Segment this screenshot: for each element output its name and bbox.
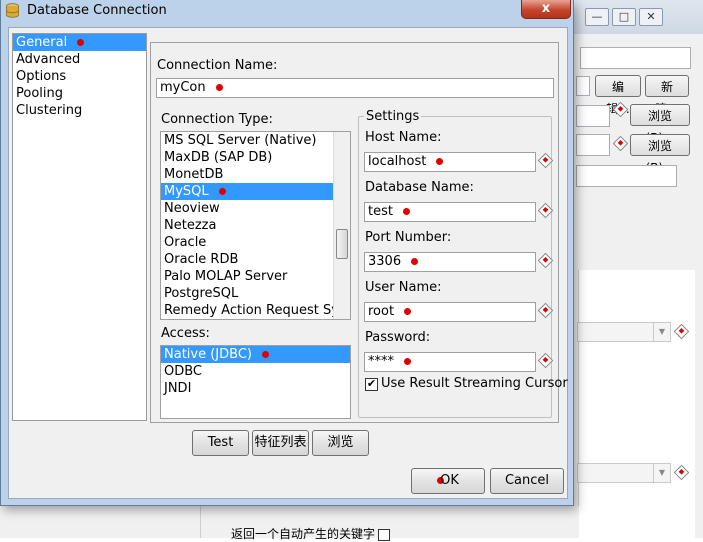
dialog-title: Database Connection bbox=[27, 3, 167, 18]
marker-dot bbox=[218, 188, 226, 195]
database-icon bbox=[6, 3, 19, 18]
list-item[interactable]: MaxDB (SAP DB) bbox=[161, 149, 350, 166]
list-item[interactable]: Oracle bbox=[161, 234, 350, 251]
background-text-field[interactable] bbox=[580, 47, 691, 69]
database-name-label: Database Name: bbox=[365, 180, 474, 195]
list-item-selected[interactable]: MySQL bbox=[161, 183, 350, 200]
edit-button[interactable]: 编辑... bbox=[595, 75, 641, 116]
required-field-icon bbox=[673, 464, 690, 481]
streaming-cursor-label: Use Result Streaming Cursor bbox=[381, 376, 568, 391]
password-label: Password: bbox=[365, 330, 431, 345]
port-number-input[interactable]: 3306 bbox=[364, 252, 536, 272]
list-item[interactable]: MonetDB bbox=[161, 166, 350, 183]
background-content-area: ▼ ▼ bbox=[577, 270, 695, 538]
background-text-field[interactable] bbox=[576, 134, 610, 156]
minimize-button[interactable]: — bbox=[585, 8, 609, 26]
close-button[interactable]: x bbox=[521, 0, 571, 19]
streaming-cursor-checkbox[interactable]: ✔ bbox=[365, 378, 378, 391]
required-field-icon bbox=[537, 302, 554, 319]
background-combo-arrow[interactable] bbox=[576, 76, 590, 96]
chevron-down-icon: ▼ bbox=[653, 464, 670, 482]
connection-type-scrollbar[interactable] bbox=[333, 132, 350, 319]
list-item[interactable]: Remedy Action Request Syste bbox=[161, 302, 350, 319]
access-type-list[interactable]: Native (JDBC) ODBC JNDI bbox=[160, 345, 351, 419]
explore-button[interactable]: 浏览 bbox=[312, 430, 369, 456]
maximize-button[interactable]: □ bbox=[612, 8, 636, 26]
connection-name-label: Connection Name: bbox=[157, 58, 278, 73]
feature-list-button[interactable]: 特征列表 bbox=[252, 430, 309, 456]
list-item[interactable]: Palo MOLAP Server bbox=[161, 268, 350, 285]
background-titlebar: — □ ✕ bbox=[560, 0, 703, 34]
browse-button[interactable]: 浏览(B)... bbox=[630, 104, 690, 145]
chevron-down-icon: ▼ bbox=[653, 323, 670, 341]
marker-dot bbox=[77, 39, 85, 46]
required-field-icon bbox=[537, 252, 554, 269]
required-field-icon bbox=[612, 135, 629, 152]
database-name-input[interactable]: test bbox=[364, 202, 536, 222]
port-number-label: Port Number: bbox=[365, 230, 452, 245]
browse-button[interactable]: 浏览(B)... bbox=[630, 134, 690, 175]
general-settings-panel: Connection Name: myCon Connection Type: … bbox=[150, 42, 568, 423]
user-name-input[interactable]: root bbox=[364, 302, 536, 322]
close-icon: x bbox=[541, 1, 551, 16]
auto-generated-key-option: 返回一个自动产生的关键字 bbox=[231, 525, 391, 542]
background-dropdown[interactable]: ▼ bbox=[577, 463, 671, 483]
scroll-thumb[interactable] bbox=[336, 229, 348, 259]
connection-name-input[interactable]: myCon bbox=[156, 78, 554, 98]
settings-group-title: Settings bbox=[364, 109, 422, 124]
background-close-button[interactable]: ✕ bbox=[639, 8, 663, 26]
list-item[interactable]: JNDI bbox=[161, 380, 350, 397]
marker-dot bbox=[436, 158, 444, 165]
host-name-label: Host Name: bbox=[365, 130, 442, 145]
settings-group: Settings Host Name: localhost Database N… bbox=[358, 109, 568, 418]
nav-item-clustering[interactable]: Clustering bbox=[13, 102, 146, 119]
list-item-selected[interactable]: Native (JDBC) bbox=[161, 346, 350, 363]
cancel-button[interactable]: Cancel bbox=[490, 468, 564, 494]
nav-item-options[interactable]: Options bbox=[13, 68, 146, 85]
marker-dot bbox=[404, 308, 412, 315]
background-text-field[interactable] bbox=[576, 105, 610, 127]
background-dropdown[interactable]: ▼ bbox=[577, 322, 671, 342]
password-input[interactable]: **** bbox=[364, 352, 536, 372]
list-item[interactable]: Oracle RDB bbox=[161, 251, 350, 268]
ok-button[interactable]: OK bbox=[411, 468, 485, 494]
list-item[interactable]: Netezza bbox=[161, 217, 350, 234]
settings-category-list: General Advanced Options Pooling Cluster… bbox=[12, 33, 147, 421]
background-text-field[interactable] bbox=[576, 165, 677, 187]
marker-dot bbox=[402, 208, 410, 215]
required-field-icon bbox=[537, 202, 554, 219]
marker-dot bbox=[411, 258, 419, 265]
auto-generated-key-label: 返回一个自动产生的关键字 bbox=[231, 527, 376, 541]
auto-generated-key-checkbox[interactable] bbox=[378, 528, 391, 541]
connection-type-list[interactable]: MS SQL Server (Native) MaxDB (SAP DB) Mo… bbox=[160, 131, 351, 320]
checkmark-icon: ✔ bbox=[366, 377, 377, 390]
nav-item-general[interactable]: General bbox=[13, 34, 146, 51]
required-field-icon bbox=[537, 152, 554, 169]
nav-item-pooling[interactable]: Pooling bbox=[13, 85, 146, 102]
list-item[interactable]: ODBC bbox=[161, 363, 350, 380]
new-button[interactable]: 新建... bbox=[645, 75, 689, 116]
dialog-client-area: General Advanced Options Pooling Cluster… bbox=[8, 27, 568, 499]
list-item[interactable]: MS SQL Server (Native) bbox=[161, 132, 350, 149]
marker-dot bbox=[261, 351, 269, 358]
nav-item-advanced[interactable]: Advanced bbox=[13, 51, 146, 68]
connection-type-label: Connection Type: bbox=[161, 112, 273, 127]
host-name-input[interactable]: localhost bbox=[364, 152, 536, 172]
list-item[interactable]: Neoview bbox=[161, 200, 350, 217]
required-field-icon bbox=[537, 352, 554, 369]
access-label: Access: bbox=[161, 326, 210, 341]
database-connection-dialog: Database Connection x General Advanced O… bbox=[0, 0, 574, 506]
dialog-titlebar[interactable]: Database Connection x bbox=[1, 0, 573, 22]
list-item[interactable]: PostgreSQL bbox=[161, 285, 350, 302]
required-field-icon bbox=[673, 323, 690, 340]
marker-dot bbox=[404, 358, 411, 365]
marker-dot bbox=[215, 84, 223, 91]
user-name-label: User Name: bbox=[365, 280, 442, 295]
test-button[interactable]: Test bbox=[192, 430, 249, 456]
